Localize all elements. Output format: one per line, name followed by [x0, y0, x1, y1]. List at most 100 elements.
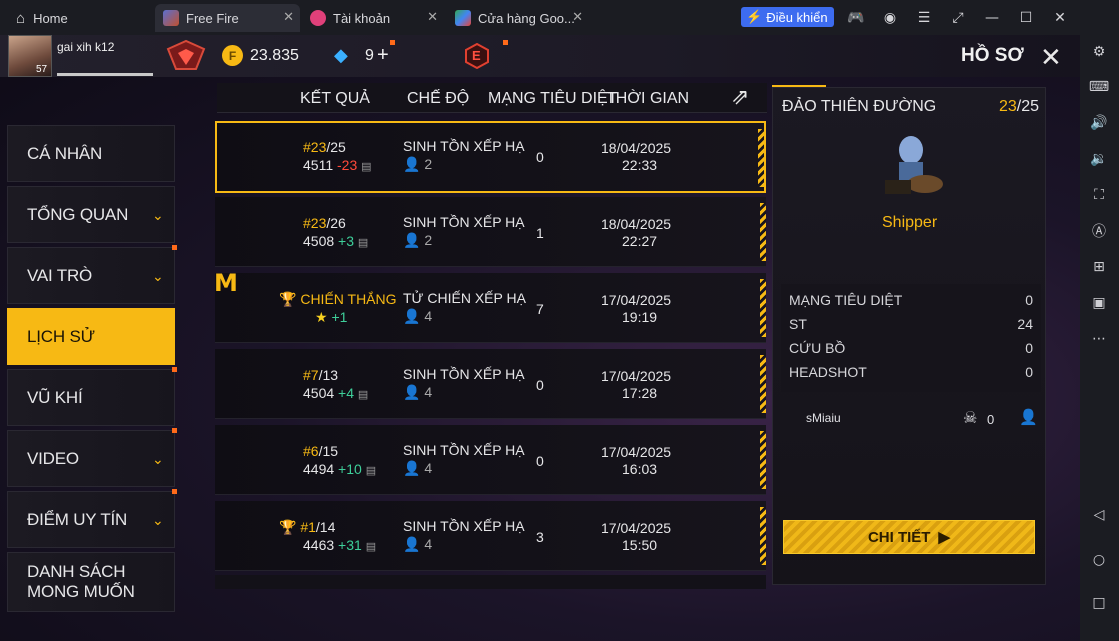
back-icon[interactable]: ◁ — [1089, 505, 1109, 525]
table-row[interactable] — [215, 273, 766, 343]
squad-size: 2 — [424, 156, 433, 172]
close-tab-icon[interactable]: ✕ — [427, 9, 438, 25]
tab-home[interactable]: ⌂ Home — [8, 4, 148, 32]
resize-icon[interactable]: ⤢ — [948, 8, 968, 28]
kills: 1 — [536, 225, 544, 241]
chevron-down-icon: ⌄ — [152, 207, 164, 223]
apk-icon[interactable]: ▣ — [1089, 293, 1109, 313]
tab-play-store[interactable]: Cửa hàng Goo... ✕ — [447, 4, 589, 32]
account-circle-icon[interactable]: ◉ — [880, 8, 900, 28]
character-name: Shipper — [882, 214, 938, 231]
score-cell: 4494 +10 ▤ — [303, 461, 376, 477]
gamepad-icon[interactable]: 🎮 — [846, 8, 866, 28]
elite-badge[interactable]: E — [464, 42, 490, 70]
table-row-partial — [215, 575, 766, 589]
table-row[interactable] — [215, 197, 766, 267]
rank-cell: 🏆 #1/14 — [279, 519, 335, 536]
volume-up-icon[interactable]: 🔊 — [1089, 113, 1109, 133]
menu-item-wishlist[interactable]: DANH SÁCH MONG MUỐN — [7, 552, 175, 612]
tab-free-fire[interactable]: Free Fire ✕ — [155, 4, 300, 32]
kills: 0 — [536, 453, 544, 469]
home-circle-icon[interactable]: ○ — [1089, 550, 1109, 570]
add-window-icon[interactable]: ⊞ — [1089, 257, 1109, 277]
score-delta: +31 — [338, 537, 362, 553]
mvp-badge-icon: Ⅿ — [214, 269, 238, 297]
table-row[interactable] — [215, 425, 766, 495]
rank: 23 — [999, 98, 1017, 115]
keyboard-icon[interactable]: ⌨ — [1089, 77, 1109, 97]
notification-dot — [390, 40, 395, 45]
account-app-icon — [310, 10, 326, 26]
close-window-icon[interactable]: ✕ — [1050, 8, 1070, 28]
list-icon: ▤ — [365, 541, 377, 553]
title-bar: ⌂ Home Free Fire ✕ Tài khoản ✕ Cửa hàng … — [0, 0, 1119, 35]
recents-icon[interactable]: □ — [1089, 593, 1109, 613]
rank: CHIẾN THẮNG — [300, 291, 397, 307]
match-time: 15:50 — [622, 537, 658, 553]
notification-dot — [172, 428, 177, 433]
rank: #23 — [303, 139, 327, 155]
person-icon: 👤 — [403, 460, 421, 476]
table-row[interactable] — [215, 121, 766, 193]
chevron-down-icon: ⌄ — [152, 512, 164, 528]
person-icon: 👤 — [403, 232, 421, 248]
person-icon: 👤 — [403, 308, 421, 324]
close-tab-icon[interactable]: ✕ — [283, 9, 294, 25]
score-cell: 4504 +4 ▤ — [303, 385, 368, 401]
rank-cell: #23/25 — [303, 139, 346, 155]
match-date: 18/04/2025 — [601, 216, 672, 232]
squad-size: 4 — [424, 460, 433, 476]
gold-amount: 23.835 — [250, 47, 299, 64]
mode: SINH TỒN XẾP HẠ — [403, 518, 525, 534]
person-icon: 👤 — [403, 384, 421, 400]
tab-home-label: Home — [33, 10, 68, 26]
match-time: 17:28 — [622, 385, 658, 401]
kills: 7 — [536, 301, 544, 317]
score: 4504 — [303, 385, 335, 401]
rank: #7 — [303, 367, 319, 383]
menu-item-video[interactable]: VIDEO ⌄ — [7, 428, 177, 487]
menu-item-role[interactable]: VAI TRÒ ⌄ — [7, 245, 177, 304]
minimize-icon[interactable]: — — [982, 8, 1002, 28]
squad-size: 4 — [424, 536, 433, 552]
play-store-icon — [455, 10, 471, 26]
chevron-down-icon: ⌄ — [152, 268, 164, 284]
table-row[interactable] — [215, 501, 766, 571]
volume-down-icon[interactable]: 🔉 — [1089, 149, 1109, 169]
add-friend-icon[interactable]: 👤 — [1019, 408, 1038, 426]
settings-icon[interactable]: ⚙ — [1089, 42, 1109, 62]
match-time: 22:33 — [622, 157, 658, 173]
home-icon: ⌂ — [16, 9, 26, 27]
macro-icon[interactable]: Ⓐ — [1089, 221, 1109, 241]
more-icon[interactable]: ⋯ — [1089, 329, 1109, 349]
menu-item-overview[interactable]: TỔNG QUAN ⌄ — [7, 186, 175, 243]
menu-item-weapons[interactable]: VŨ KHÍ — [7, 367, 177, 426]
share-icon[interactable]: ⇗ — [731, 85, 749, 110]
menu-icon[interactable]: ☰ — [914, 8, 934, 28]
menu-item-history[interactable]: LỊCH SỬ — [7, 308, 175, 365]
screenshot-icon[interactable]: ⛶ — [1089, 185, 1109, 205]
score-delta: +1 — [331, 309, 348, 325]
player-top-bar — [0, 35, 1080, 77]
rank-cell: 🏆 CHIẾN THẮNG — [279, 291, 397, 308]
list-icon: ▤ — [365, 465, 377, 477]
rank-badge-icon[interactable] — [166, 39, 206, 73]
stat-label: ST — [789, 316, 807, 332]
close-icon[interactable]: ✕ — [1040, 43, 1062, 73]
close-tab-icon[interactable]: ✕ — [572, 9, 583, 25]
squad-size-cell: 👤 2 — [403, 156, 432, 173]
maximize-icon[interactable]: ☐ — [1016, 8, 1036, 28]
squad-size-cell: 👤 4 — [403, 308, 432, 325]
tab-account[interactable]: Tài khoản ✕ — [302, 4, 444, 32]
kills: 0 — [536, 149, 544, 165]
list-icon: ▤ — [357, 389, 369, 401]
score: 4463 — [303, 537, 335, 553]
player-name: gai xih k12 — [57, 40, 115, 54]
detail-button[interactable]: CHI TIẾT ▶ — [783, 520, 1035, 554]
controls-button[interactable]: ⚡ Điều khiển — [741, 7, 834, 27]
add-diamond-icon[interactable]: + — [377, 44, 389, 67]
menu-item-reputation[interactable]: ĐIỂM UY TÍN ⌄ — [7, 489, 177, 548]
menu-item-personal[interactable]: CÁ NHÂN — [7, 125, 175, 182]
table-row[interactable] — [215, 349, 766, 419]
rank-cell: #6/15 — [303, 443, 338, 459]
